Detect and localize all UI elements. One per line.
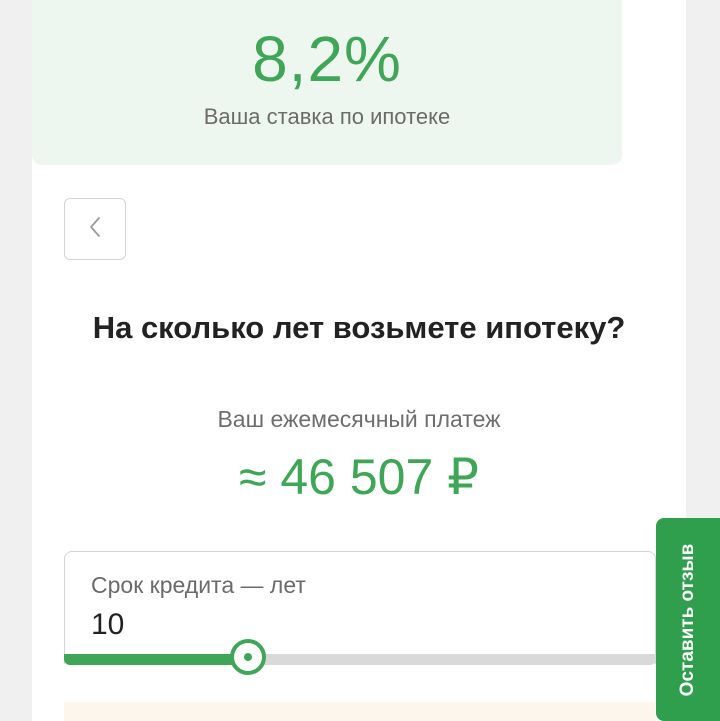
slider-handle[interactable] <box>229 639 266 675</box>
rate-label: Ваша ставка по ипотеке <box>203 104 451 129</box>
next-section-preview <box>64 702 656 721</box>
leave-feedback-button[interactable]: Оставить отзыв <box>656 518 720 721</box>
chevron-left-icon <box>88 216 102 243</box>
loan-term-label: Срок кредита — лет <box>91 572 306 598</box>
loan-term-slider[interactable] <box>64 639 656 675</box>
loan-term-input[interactable]: 10 <box>91 608 124 642</box>
rate-panel: 8,2% Ваша ставка по ипотеке <box>32 0 622 165</box>
monthly-payment-value: ≈ 46 507 ₽ <box>239 449 479 505</box>
feedback-label: Оставить отзыв <box>677 543 698 696</box>
page-title: На сколько лет возьмете ипотеку? <box>92 310 626 345</box>
loan-term-field[interactable]: Срок кредита — лет 10 <box>64 551 656 664</box>
slider-handle-dot <box>243 653 252 661</box>
back-button[interactable] <box>64 198 126 260</box>
monthly-payment-label: Ваш ежемесячный платеж <box>217 406 501 432</box>
rate-value: 8,2% <box>252 23 402 95</box>
slider-fill <box>64 654 248 665</box>
